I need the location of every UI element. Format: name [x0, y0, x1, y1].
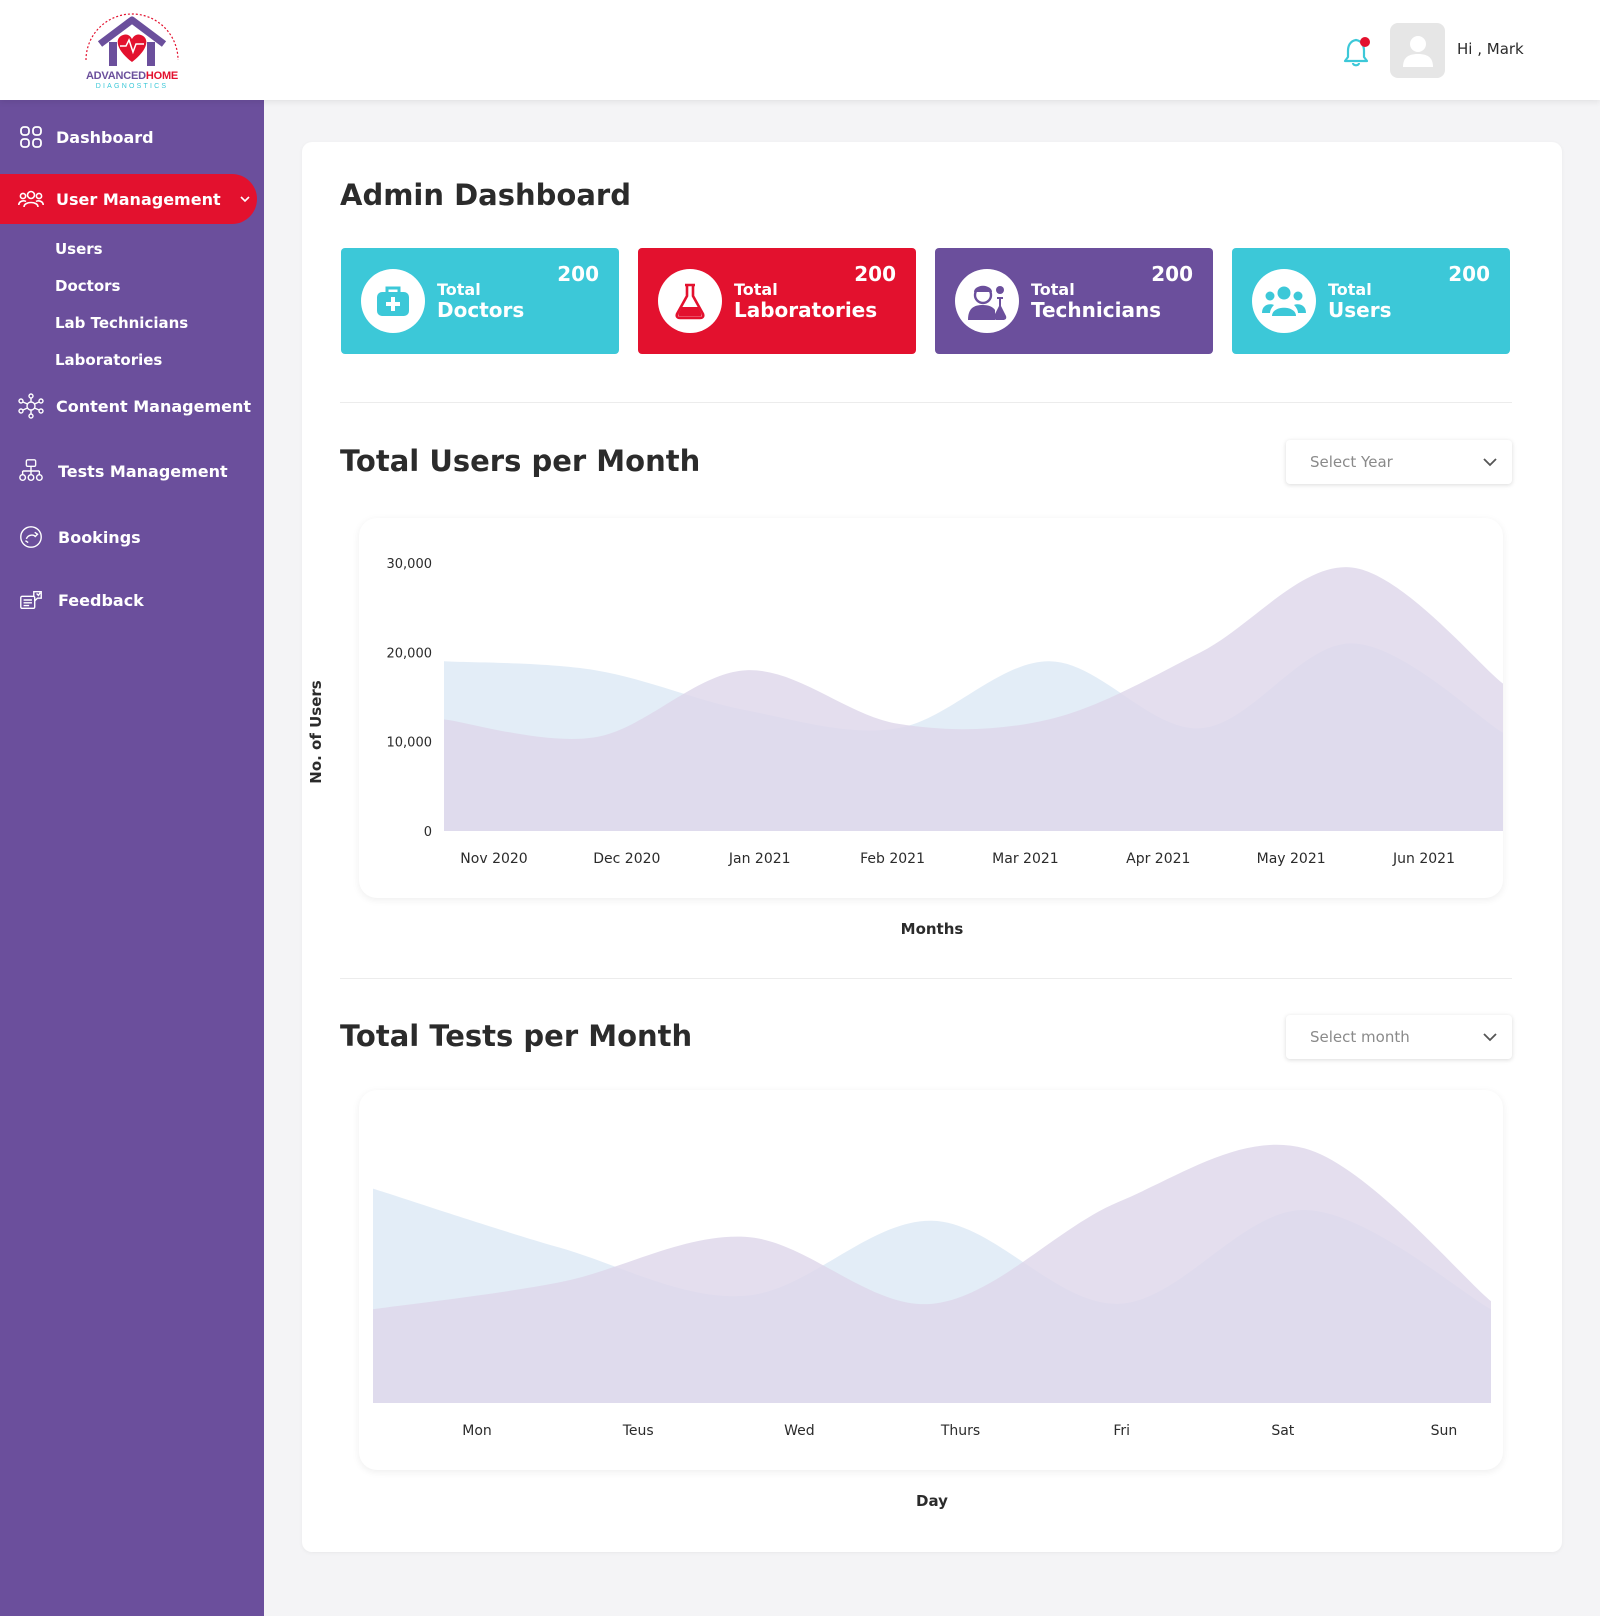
technician-icon — [968, 285, 1007, 320]
sidebar-item-user-management[interactable]: User Management — [0, 174, 257, 224]
logo[interactable]: ADVANCEDHOME DIAGNOSTICS — [76, 8, 188, 94]
sidebar-item-feedback[interactable]: Feedback — [0, 575, 144, 625]
users-chart-ylabel: No. of Users — [307, 680, 325, 784]
stat-card-technicians[interactable]: Total Technicians 200 — [935, 248, 1213, 354]
feedback-icon — [18, 587, 44, 613]
y-tick-label: 0 — [424, 825, 432, 840]
divider — [340, 978, 1512, 979]
chevron-down-icon — [239, 192, 251, 206]
avatar[interactable] — [1390, 23, 1445, 78]
x-tick-label: Dec 2020 — [593, 851, 660, 867]
sidebar-item-label: Dashboard — [56, 127, 154, 147]
y-tick-label: 20,000 — [387, 646, 433, 661]
stat-count: 200 — [1151, 262, 1193, 286]
logo-subtitle: DIAGNOSTICS — [95, 83, 169, 90]
sidebar-item-label: User Management — [56, 189, 221, 209]
stat-label-total: Total — [437, 280, 481, 299]
hierarchy-icon — [18, 458, 44, 484]
x-tick-label: Apr 2021 — [1126, 851, 1190, 867]
x-tick-label: Teus — [622, 1423, 654, 1439]
sidebar-item-label: Tests Management — [58, 461, 228, 481]
chevron-down-icon — [1482, 454, 1498, 474]
users-area-chart: 30,000 20,000 10,000 0 Nov 2020 Dec 2020 Jan 2… — [387, 557, 1503, 867]
stat-card-laboratories[interactable]: Total Laboratories 200 — [638, 248, 916, 354]
stat-count: 200 — [1448, 262, 1490, 286]
x-tick-label: Mar 2021 — [992, 851, 1059, 867]
stat-label-name: Technicians — [1031, 298, 1162, 322]
user-avatar-icon — [1402, 35, 1433, 67]
sidebar-item-label: Content Management — [56, 396, 252, 416]
stat-label-name: Users — [1328, 298, 1392, 322]
flask-icon — [675, 283, 705, 320]
select-year-dropdown[interactable]: Select Year — [1286, 440, 1512, 484]
users-chart-title: Total Users per Month — [340, 444, 701, 478]
logo-text-advanced: ADVANCED — [85, 70, 146, 82]
x-tick-label: Fri — [1113, 1423, 1130, 1439]
stat-label-total: Total — [1328, 280, 1372, 299]
users-group-icon — [1262, 286, 1306, 316]
x-tick-label: Sun — [1431, 1423, 1458, 1439]
chevron-down-icon — [1482, 1029, 1498, 1049]
first-aid-kit-icon — [377, 286, 409, 316]
bookings-icon — [18, 524, 44, 550]
users-chart: 30,000 20,000 10,000 0 Nov 2020 Dec 2020 Jan 2… — [359, 518, 1503, 898]
users-icon — [18, 186, 44, 212]
y-tick-label: 10,000 — [387, 736, 433, 751]
tests-area-chart: Mon Teus Wed Thurs Fri Sat Sun — [373, 1144, 1491, 1439]
grid-icon — [18, 124, 44, 150]
stat-label-name: Laboratories — [734, 298, 878, 322]
users-chart-xlabel: Months — [900, 920, 964, 938]
y-tick-label: 30,000 — [387, 557, 433, 572]
tests-chart: Mon Teus Wed Thurs Fri Sat Sun — [359, 1090, 1503, 1470]
stat-card-doctors[interactable]: Total Doctors 200 — [341, 248, 619, 354]
sidebar-item-label: Bookings — [58, 527, 141, 547]
stat-label-name: Doctors — [437, 298, 525, 322]
x-tick-label: Thurs — [940, 1423, 980, 1439]
x-tick-label: Jun 2021 — [1392, 851, 1455, 867]
sidebar-subitem-lab-technicians[interactable]: Lab Technicians — [55, 314, 188, 332]
x-tick-label: Mon — [462, 1423, 492, 1439]
stat-card-users[interactable]: Total Users 200 — [1232, 248, 1510, 354]
main-content-card: Admin Dashboard Total Doctors 200 Total … — [302, 142, 1562, 1552]
sidebar: Dashboard User Management Users Doctors … — [0, 100, 264, 1616]
logo-house-heart-icon — [85, 13, 179, 66]
sidebar-subitem-doctors[interactable]: Doctors — [55, 277, 120, 295]
x-tick-label: Nov 2020 — [460, 851, 527, 867]
sidebar-subitem-users[interactable]: Users — [55, 240, 103, 258]
logo-text-home: HOME — [145, 70, 179, 82]
page-title: Admin Dashboard — [340, 178, 631, 212]
x-tick-label: May 2021 — [1257, 851, 1326, 867]
x-tick-label: Jan 2021 — [728, 851, 791, 867]
sidebar-subitem-laboratories[interactable]: Laboratories — [55, 351, 162, 369]
x-tick-label: Sat — [1271, 1423, 1294, 1439]
notification-bell-icon[interactable] — [1343, 34, 1373, 68]
select-year-value: Select Year — [1310, 453, 1393, 471]
user-greeting[interactable]: Hi , Mark — [1457, 40, 1524, 58]
sidebar-item-label: Feedback — [58, 590, 144, 610]
stat-count: 200 — [854, 262, 896, 286]
x-tick-label: Feb 2021 — [860, 851, 925, 867]
sidebar-item-tests-management[interactable]: Tests Management — [0, 446, 228, 496]
top-bar: ADVANCEDHOME DIAGNOSTICS Hi , Mark — [0, 0, 1600, 100]
tests-chart-title: Total Tests per Month — [340, 1019, 693, 1053]
sidebar-item-bookings[interactable]: Bookings — [0, 512, 141, 562]
sidebar-item-content-management[interactable]: Content Management — [0, 381, 251, 431]
network-icon — [18, 393, 44, 419]
x-tick-label: Wed — [784, 1423, 815, 1439]
stat-label-total: Total — [734, 280, 778, 299]
stat-label-total: Total — [1031, 280, 1075, 299]
select-month-value: Select month — [1310, 1028, 1410, 1046]
select-month-dropdown[interactable]: Select month — [1286, 1015, 1512, 1059]
divider — [340, 402, 1512, 403]
sidebar-item-dashboard[interactable]: Dashboard — [0, 112, 154, 162]
stat-count: 200 — [557, 262, 599, 286]
tests-chart-xlabel: Day — [916, 1492, 948, 1510]
